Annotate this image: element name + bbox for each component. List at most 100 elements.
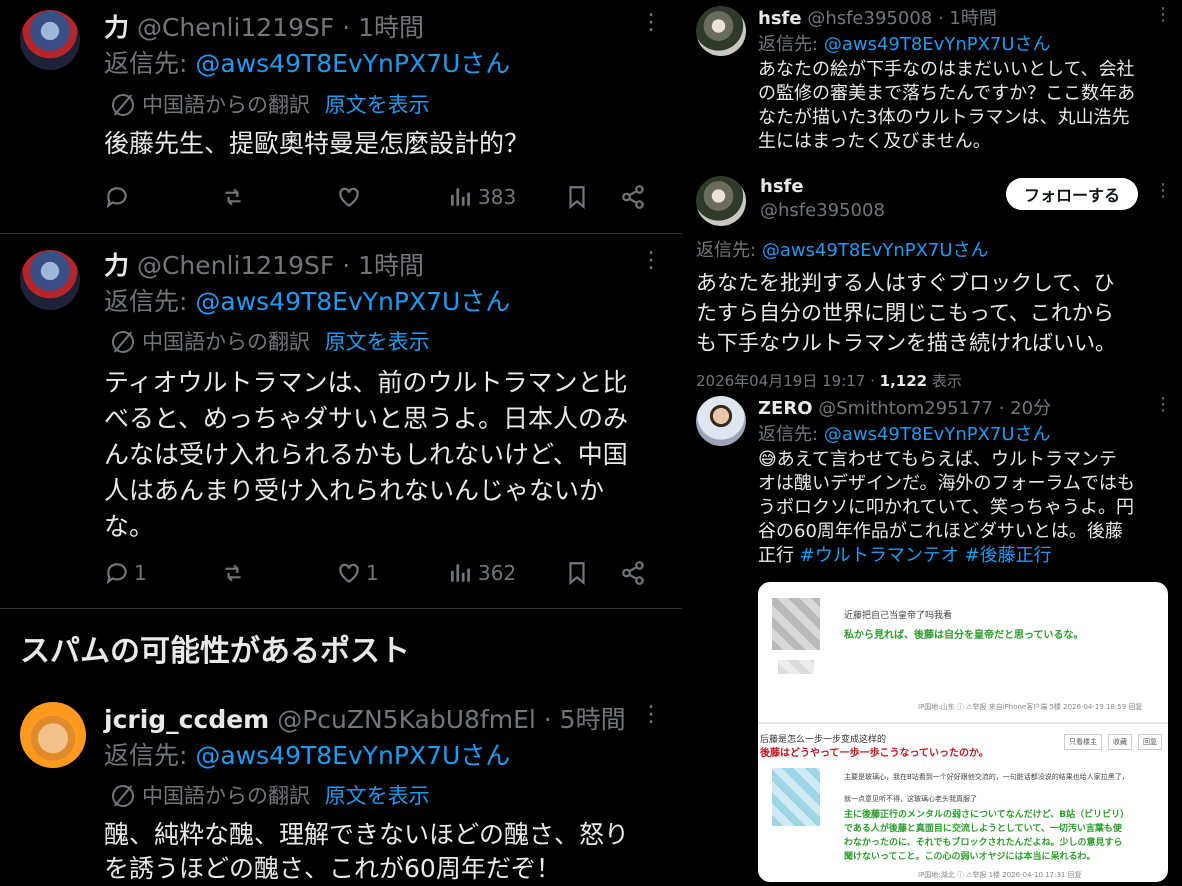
repost-icon [225,564,241,582]
show-original-link[interactable]: 原文を表示 [325,93,430,117]
reply-to-link[interactable]: @aws49T8EvYnPX7Uさん [824,424,1051,445]
reply-to-link[interactable]: @aws49T8EvYnPX7Uさん [762,240,989,261]
more-options-icon[interactable]: ⋮ [640,702,662,727]
avatar[interactable] [696,176,746,226]
more-options-icon[interactable]: ⋮ [640,248,662,273]
translation-label: 中国語からの翻訳 [142,93,310,117]
author-handle-time[interactable]: @Smithtom295177 · 20分 [818,398,1051,419]
repost-button[interactable] [220,560,246,586]
tweet-chenli-1[interactable]: 力 @Chenli1219SF · 1時間 ⋮ 返信先: @aws49T8EvY… [0,0,682,234]
reply-to-link[interactable]: @aws49T8EvYnPX7Uさん [824,34,1051,55]
views-count: 362 [478,561,517,585]
reply-to-link[interactable]: @aws49T8EvYnPX7Uさん [195,49,510,78]
author-name[interactable]: hsfe [760,176,804,197]
reply-to-link[interactable]: @aws49T8EvYnPX7Uさん [195,287,510,316]
views-count: 1,122 [879,372,928,390]
main-tweet-hsfe[interactable]: hsfe @hsfe395008 フォローする ⋮ 返信先: @aws49T8E… [682,170,1182,390]
translate-icon [112,785,134,807]
translation-label: 中国語からの翻訳 [142,784,310,808]
avatar[interactable] [696,6,746,56]
views-label: 表示 [927,372,962,390]
card-body-line1: 主要是玻璃心，我在B站看到一个好好跟他交流的，一句脏话都没说的结果也给人家拉黑了… [844,773,1129,781]
bookmark-button[interactable] [564,560,590,586]
translate-icon [112,94,134,116]
views-button[interactable]: 383 [448,184,516,210]
avatar[interactable] [20,10,80,70]
reply-prefix: 返信先: [104,287,188,316]
card-mid-translation: 後藤はどうやって一歩一歩こうなっていったのか。 [760,748,989,759]
author-handle[interactable]: @hsfe395008 [760,200,885,221]
reply-count: 1 [134,561,147,585]
views-count: 383 [478,185,517,209]
avatar[interactable] [696,396,746,446]
like-button[interactable]: 1 [336,560,379,586]
views-icon [450,564,470,582]
blurred-avatar [772,598,820,650]
reply-prefix: 返信先: [104,741,188,770]
repost-button[interactable] [220,184,246,210]
reply-hsfe[interactable]: hsfe @hsfe395008 · 1時間 ⋮ 返信先: @aws49T8Ev… [682,0,1182,170]
attached-image[interactable]: 近藤把自己当皇帝了吗我看 私から見れば、後藤は自分を皇帝だと思っているな。 IP… [758,582,1168,882]
tweet-text: 醜、純粋な醜、理解できないほどの醜さ、怒り を誘うほどの醜さ、これが60周年だぞ… [104,820,630,883]
author-name[interactable]: hsfe [758,8,802,29]
author-name[interactable]: jcrig_ccdem [104,705,269,734]
action-bar: 1 1 362 [104,560,664,594]
blurred-avatar [772,768,820,826]
heart-icon [339,563,359,583]
card-mid-buttons: 只看楼主 收藏 回复 [1064,734,1162,750]
author-name[interactable]: 力 [104,13,129,42]
reply-button[interactable] [104,184,130,210]
tweet-text: 😅あえて言わせてもらえば、ウルトラマンテ オは醜いデザインだ。海外のフォーラムで… [758,449,1135,566]
tweet-text: あなたを批判する人はすぐブロックして、ひ たすら自分の世界に閉じこもって、これか… [696,271,1116,355]
reply-button[interactable]: 1 [104,560,147,586]
share-button[interactable] [620,560,646,586]
follow-button[interactable]: フォローする [1006,178,1138,210]
translate-icon [112,331,134,353]
card-bottom-footer: IP国地:湖北 ⓘ ⚠举报 1楼 2026-04-10 17:31 回复 [918,871,1082,879]
card-top-caption: 近藤把自己当皇帝了吗我看 [844,611,953,621]
translation-label: 中国語からの翻訳 [142,330,310,354]
like-button[interactable] [336,184,362,210]
tweet-chenli-2[interactable]: 力 @Chenli1219SF · 1時間 ⋮ 返信先: @aws49T8EvY… [0,234,682,609]
author-handle-time[interactable]: @Chenli1219SF · 1時間 [137,13,424,42]
more-options-icon[interactable]: ⋮ [1154,4,1172,25]
more-options-icon[interactable]: ⋮ [1154,394,1172,415]
hashtag-link[interactable]: #ウルトラマンテオ [800,545,959,566]
tweet-timestamp[interactable]: 2026年04月19日 19:17 · [696,372,880,390]
bookmark-icon [569,562,585,586]
divider [0,608,682,609]
author-handle-time[interactable]: @Chenli1219SF · 1時間 [137,251,424,280]
more-options-icon[interactable]: ⋮ [1154,180,1172,201]
author-handle-time[interactable]: @hsfe395008 · 1時間 [807,8,997,29]
more-options-icon[interactable]: ⋮ [640,10,662,35]
right-thread-pane: hsfe @hsfe395008 · 1時間 ⋮ 返信先: @aws49T8Ev… [682,0,1182,886]
show-original-link[interactable]: 原文を表示 [325,784,430,808]
heart-icon [339,187,359,207]
reply-prefix: 返信先: [696,240,757,261]
tweet-jcrig[interactable]: jcrig_ccdem @PcuZN5KabU8fmEl · 5時間 ⋮ 返信先… [0,690,682,886]
avatar[interactable] [20,702,86,768]
bookmark-button[interactable] [564,184,590,210]
reply-to-link[interactable]: @aws49T8EvYnPX7Uさん [195,741,510,770]
views-button[interactable]: 362 [448,560,516,586]
reply-prefix: 返信先: [758,34,819,55]
left-thread-pane: 力 @Chenli1219SF · 1時間 ⋮ 返信先: @aws49T8EvY… [0,0,682,886]
reply-prefix: 返信先: [758,424,819,445]
show-original-link[interactable]: 原文を表示 [325,330,430,354]
action-bar: 383 [104,184,664,218]
reply-prefix: 返信先: [104,49,188,78]
card-top-footer: IP国地:山东 ⓘ ⚠举报 来自iPhone客户端 5楼 2026-04-19 … [918,703,1143,711]
card-top-translation: 私から見れば、後藤は自分を皇帝だと思っているな。 [844,630,1084,641]
avatar[interactable] [20,250,80,310]
card-body-line2: 就一点意见听不得，这玻璃心老头我真服了 [844,795,977,803]
share-icon [622,561,644,585]
share-button[interactable] [620,184,646,210]
hashtag-link[interactable]: #後藤正行 [965,545,1052,566]
share-icon [622,185,644,209]
author-name[interactable]: ZERO [758,398,813,419]
bookmark-icon [569,186,585,210]
reply-zero[interactable]: ZERO @Smithtom295177 · 20分 ⋮ 返信先: @aws49… [682,390,1182,886]
author-handle-time[interactable]: @PcuZN5KabU8fmEl · 5時間 [277,705,625,734]
like-count: 1 [366,561,379,585]
author-name[interactable]: 力 [104,251,129,280]
